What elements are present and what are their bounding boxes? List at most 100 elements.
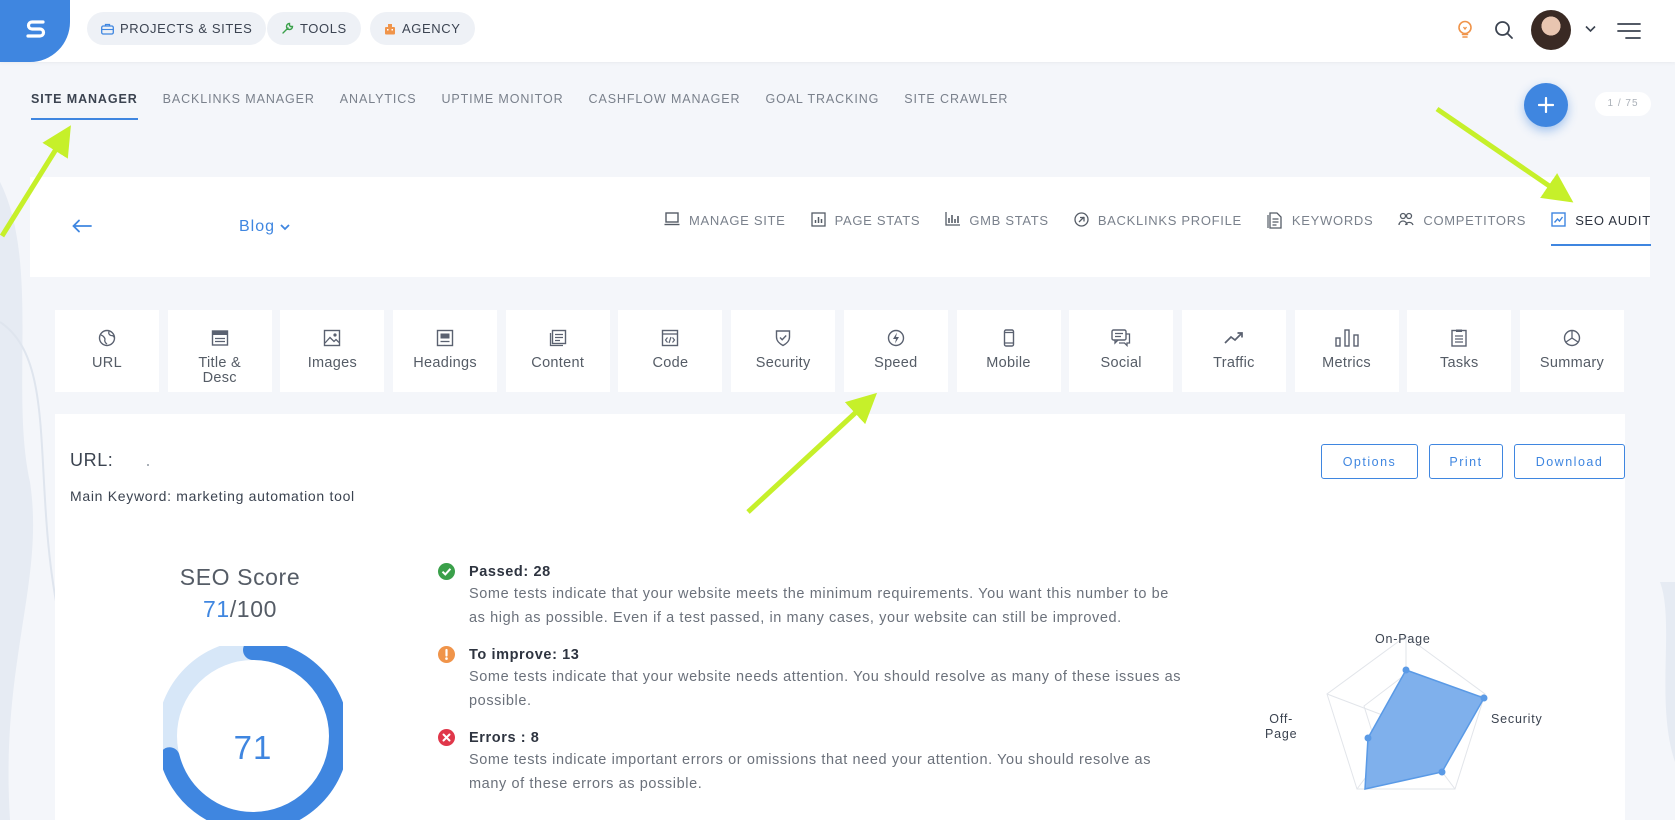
result-passed-desc: Some tests indicate that your website me… xyxy=(469,586,1169,626)
laptop-icon xyxy=(664,212,680,226)
tools-label: TOOLS xyxy=(300,21,347,36)
tile-metrics[interactable]: Metrics xyxy=(1294,310,1399,392)
tile-summary[interactable]: Summary xyxy=(1519,310,1624,392)
tile-content-label: Content xyxy=(531,355,585,371)
result-errors-desc: Some tests indicate important errors or … xyxy=(469,752,1152,792)
chevron-down-icon[interactable] xyxy=(1585,25,1596,33)
radar-point xyxy=(1438,768,1446,776)
audit-category-tiles: URL Title & Desc Images Headings Content… xyxy=(55,310,1624,392)
download-button[interactable]: Download xyxy=(1514,444,1625,479)
radar-point xyxy=(1402,666,1410,674)
tools-button[interactable]: TOOLS xyxy=(267,12,361,45)
user-avatar[interactable] xyxy=(1531,10,1571,50)
heading-icon xyxy=(436,329,454,347)
subnav-manage-site[interactable]: MANAGE SITE xyxy=(664,212,786,246)
radar-label-off-page-line2: Page xyxy=(1265,727,1298,741)
tile-security-label: Security xyxy=(755,355,811,371)
image-icon xyxy=(324,329,341,347)
tile-tasks[interactable]: Tasks xyxy=(1407,310,1512,392)
result-improve: To improve: 13 Some tests indicate that … xyxy=(438,646,1189,713)
subnav-competitors-label: COMPETITORS xyxy=(1423,213,1527,228)
seo-score-max: /100 xyxy=(229,596,277,622)
site-subnav: MANAGE SITE PAGE STATS GMB STATS BACKLIN… xyxy=(664,212,1651,246)
subnav-manage-site-label: MANAGE SITE xyxy=(689,213,786,228)
nav-analytics[interactable]: ANALYTICS xyxy=(340,90,417,120)
tile-mobile-label: Mobile xyxy=(986,355,1031,371)
error-circle-icon xyxy=(438,729,455,746)
briefcase-icon xyxy=(101,23,114,35)
tile-url-label: URL xyxy=(92,355,122,371)
radar-label-security: Security xyxy=(1491,712,1543,726)
tile-tasks-label: Tasks xyxy=(1439,355,1479,371)
result-improve-title: To improve: 13 xyxy=(469,647,580,663)
radar-point xyxy=(1480,694,1488,702)
users-icon xyxy=(1398,212,1414,226)
tile-speed[interactable]: Speed xyxy=(843,310,948,392)
tile-content[interactable]: Content xyxy=(505,310,610,392)
tile-images-label: Images xyxy=(307,355,358,371)
menu-icon[interactable] xyxy=(1617,22,1641,40)
nav-goal-tracking[interactable]: GOAL TRACKING xyxy=(765,90,879,120)
print-button[interactable]: Print xyxy=(1429,444,1503,479)
seo-score-line: 71/100 xyxy=(155,596,325,623)
subnav-keywords-label: KEYWORDS xyxy=(1291,213,1374,228)
back-arrow-icon[interactable] xyxy=(72,219,92,233)
options-button[interactable]: Options xyxy=(1321,444,1418,479)
main-keyword: Main Keyword: marketing automation tool xyxy=(70,488,355,504)
warning-circle-icon xyxy=(438,646,455,663)
site-select[interactable]: Blog xyxy=(239,218,290,236)
tile-speed-label: Speed xyxy=(874,355,918,371)
tile-mobile[interactable]: Mobile xyxy=(956,310,1061,392)
tile-social-label: Social xyxy=(1100,355,1142,371)
check-circle-icon xyxy=(438,563,455,580)
wrench-icon xyxy=(282,22,294,34)
tile-social[interactable]: Social xyxy=(1069,310,1174,392)
tile-headings[interactable]: Headings xyxy=(393,310,498,392)
result-passed: Passed: 28 Some tests indicate that your… xyxy=(438,563,1189,630)
page-counter: 1 / 75 xyxy=(1595,92,1651,116)
tile-code[interactable]: Code xyxy=(618,310,723,392)
tile-images[interactable]: Images xyxy=(280,310,385,392)
nav-site-manager[interactable]: SITE MANAGER xyxy=(31,90,138,120)
tile-security[interactable]: Security xyxy=(731,310,836,392)
document-icon xyxy=(1267,212,1282,229)
chat-icon xyxy=(1111,329,1131,347)
tile-traffic[interactable]: Traffic xyxy=(1181,310,1286,392)
tile-title-desc-label: Title & Desc xyxy=(198,355,242,386)
subnav-backlinks-profile[interactable]: BACKLINKS PROFILE xyxy=(1074,212,1242,246)
tile-headings-label: Headings xyxy=(413,355,477,371)
agency-label: AGENCY xyxy=(402,21,461,36)
result-errors-title: Errors : 8 xyxy=(469,730,540,746)
subnav-competitors[interactable]: COMPETITORS xyxy=(1398,212,1527,246)
tile-url[interactable]: URL xyxy=(55,310,159,392)
site-header-card: Blog MANAGE SITE PAGE STATS GMB STATS BA… xyxy=(30,177,1651,277)
nav-site-crawler[interactable]: SITE CRAWLER xyxy=(904,90,1008,120)
projects-sites-button[interactable]: PROJECTS & SITES xyxy=(87,12,267,45)
column-chart-icon xyxy=(945,212,961,226)
site-select-label: Blog xyxy=(239,218,276,235)
chevron-down-icon xyxy=(280,223,290,230)
subnav-gmb-stats[interactable]: GMB STATS xyxy=(945,212,1049,246)
subnav-page-stats[interactable]: PAGE STATS xyxy=(810,212,921,246)
plus-icon xyxy=(1538,97,1554,113)
shield-icon xyxy=(775,330,791,347)
brand-logo[interactable] xyxy=(0,0,70,62)
radar-label-off-page-line1: Off- xyxy=(1269,712,1294,726)
tile-metrics-label: Metrics xyxy=(1322,355,1371,371)
radar-label-off-page: Off- Page xyxy=(1265,712,1297,742)
search-icon[interactable] xyxy=(1494,20,1514,40)
lightbulb-icon[interactable] xyxy=(1457,20,1473,40)
tile-code-label: Code xyxy=(652,355,689,371)
trend-icon xyxy=(1224,332,1243,344)
agency-button[interactable]: AGENCY xyxy=(370,12,475,45)
subnav-seo-audit-label: SEO AUDIT xyxy=(1575,213,1651,228)
add-button[interactable] xyxy=(1524,83,1568,127)
subnav-seo-audit[interactable]: SEO AUDIT xyxy=(1551,212,1651,246)
main-nav: SITE MANAGER BACKLINKS MANAGER ANALYTICS… xyxy=(31,90,1033,120)
nav-backlinks-manager[interactable]: BACKLINKS MANAGER xyxy=(163,90,315,120)
nav-cashflow-manager[interactable]: CASHFLOW MANAGER xyxy=(589,90,741,120)
subnav-keywords[interactable]: KEYWORDS xyxy=(1267,212,1374,246)
trend-chart-icon xyxy=(1551,212,1566,227)
tile-title-desc[interactable]: Title & Desc xyxy=(167,310,272,392)
nav-uptime-monitor[interactable]: UPTIME MONITOR xyxy=(441,90,563,120)
